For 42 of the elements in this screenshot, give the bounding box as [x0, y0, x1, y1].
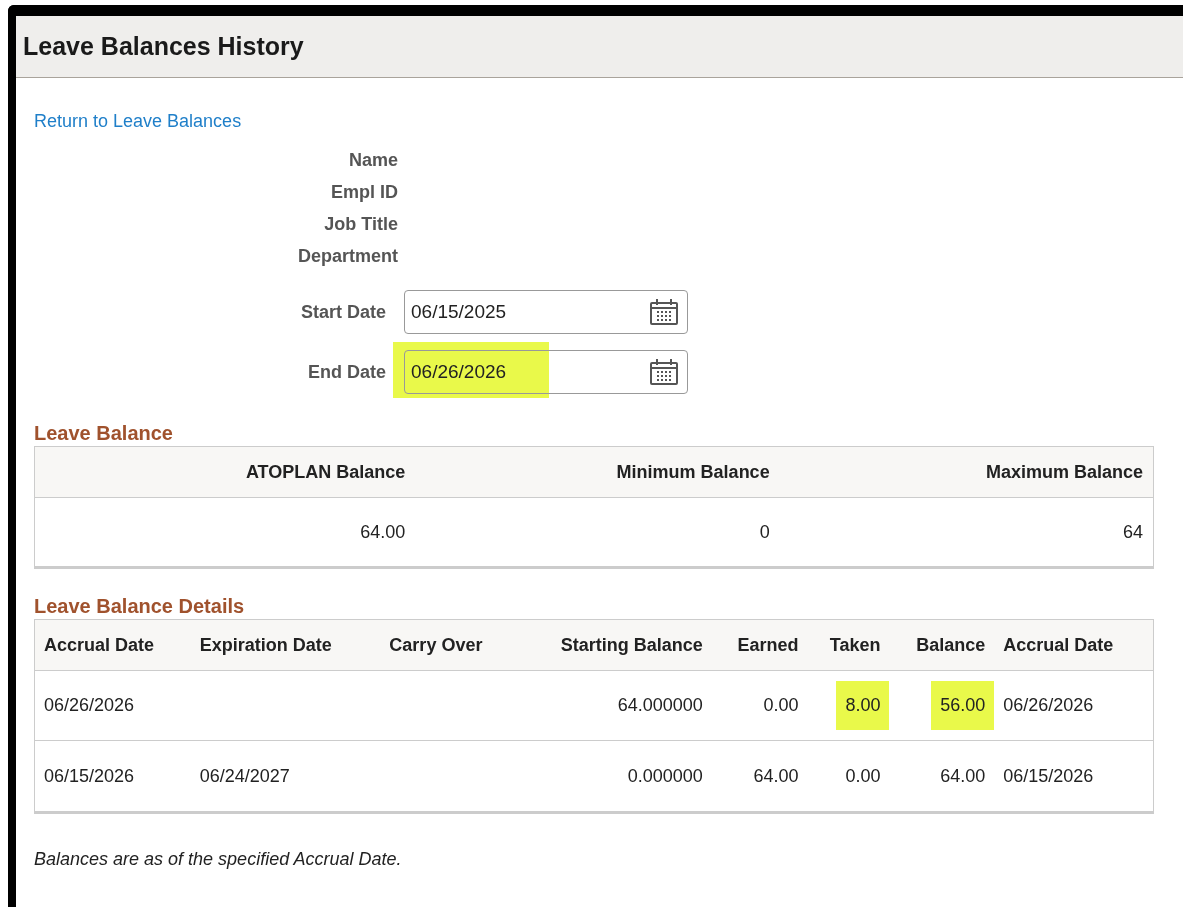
section-title: Leave Balance: [34, 421, 174, 446]
section-title: Leave Balance Details: [34, 594, 246, 619]
field-label: End Date: [307, 360, 386, 384]
table-cell: 56.00: [931, 681, 995, 730]
column-header: Starting Balance: [559, 633, 704, 657]
field-label: Department: [297, 245, 398, 268]
date-field[interactable]: 06/15/2025: [404, 290, 688, 334]
table-cell-text: 0.00: [763, 694, 799, 717]
table-cell-text: 0.000000: [627, 764, 703, 788]
field-label: Empl ID: [331, 181, 398, 204]
table-cell-text: 06/15/2026: [44, 764, 135, 788]
calendar-icon[interactable]: [649, 358, 679, 386]
column-header: Balance: [915, 633, 987, 657]
column-header: ATOPLAN Balance: [244, 460, 407, 484]
table-cell-text: 06/26/2026: [1003, 694, 1094, 717]
column-header: Taken: [828, 633, 882, 657]
column-header: Maximum Balance: [984, 460, 1144, 484]
table-cell-text: 64: [1121, 520, 1144, 544]
table-cell-text: 64.00: [753, 764, 799, 788]
column-header: Expiration Date: [198, 633, 333, 657]
field-label: Job Title: [324, 213, 398, 236]
column-header: Accrual Date: [43, 633, 156, 657]
table-cell-text: 06/24/2027: [199, 764, 290, 788]
footnote: Balances are as of the specified Accrual Date.: [34, 848, 403, 871]
column-header: Accrual Date: [1002, 633, 1115, 657]
page-title: Leave Balances History: [23, 30, 304, 62]
table-cell-text: 06/15/2026: [1003, 764, 1094, 788]
table-cell-text: 0.00: [845, 764, 881, 788]
column-header: Earned: [736, 633, 800, 657]
calendar-icon[interactable]: [649, 298, 679, 326]
table-cell: 8.00: [836, 681, 890, 730]
table-cell-text: 64.00: [940, 764, 986, 788]
column-header: Minimum Balance: [615, 460, 771, 484]
table-cell-text: 64.000000: [617, 694, 703, 717]
table-cell-text: 06/26/2026: [44, 694, 135, 717]
table-cell-text: 64.00: [359, 520, 407, 544]
return-link[interactable]: Return to Leave Balances: [34, 111, 242, 131]
date-field[interactable]: 06/26/2026: [404, 350, 688, 394]
field-label: Start Date: [299, 300, 386, 324]
table-cell-text: 0: [758, 520, 771, 544]
column-header: Carry Over: [388, 633, 484, 657]
field-label: Name: [348, 149, 398, 172]
